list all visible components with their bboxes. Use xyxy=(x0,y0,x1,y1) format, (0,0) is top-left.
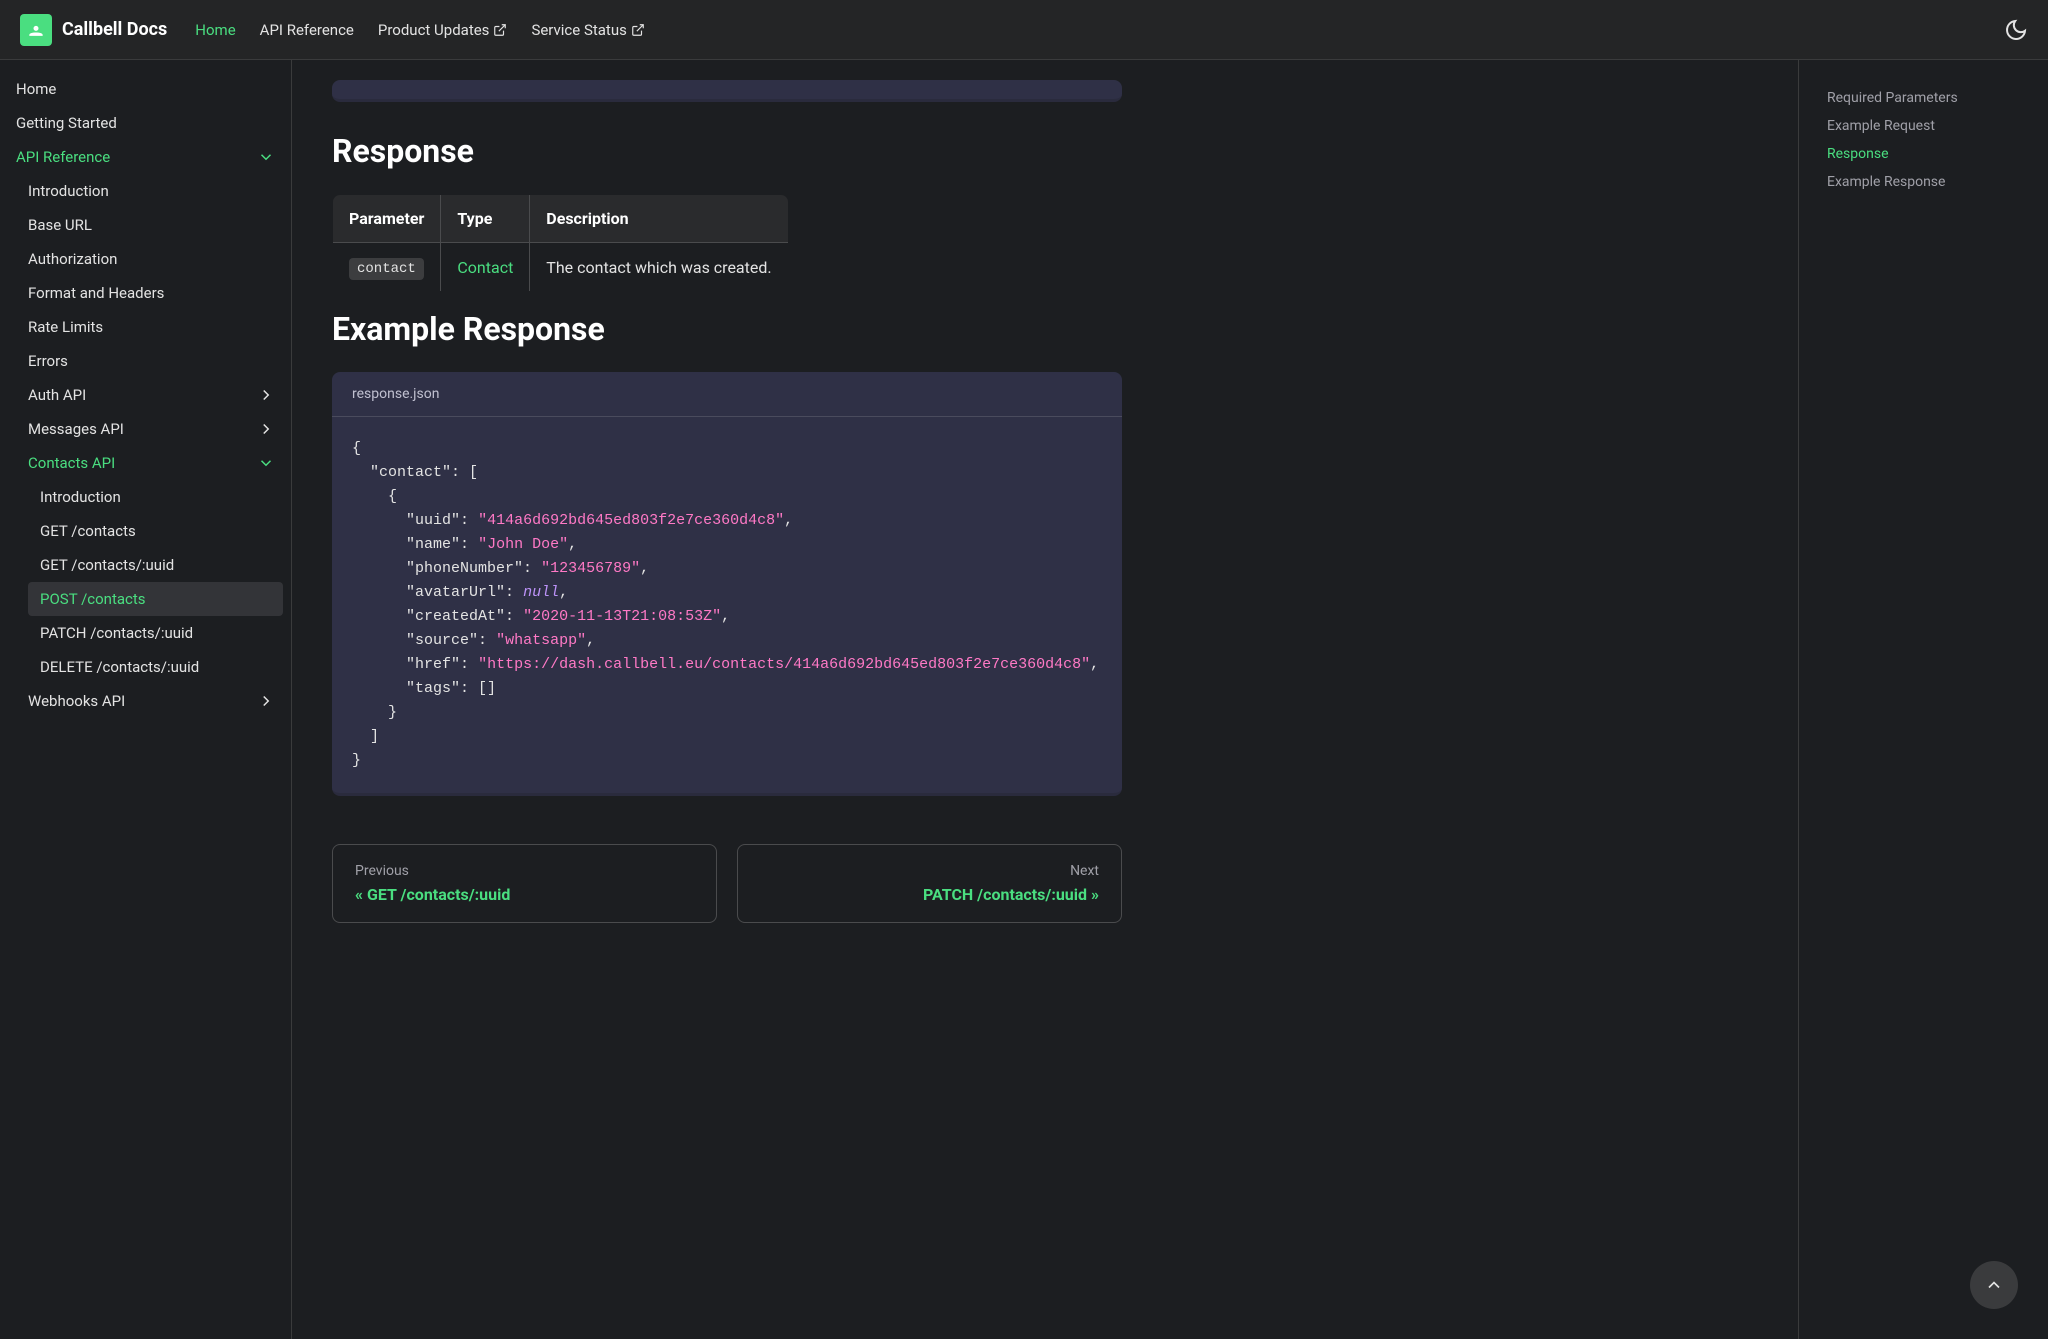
nav-label: Product Updates xyxy=(378,21,490,39)
main-content: Response Parameter Type Description cont… xyxy=(292,60,1798,1339)
table-cell-description: The contact which was created. xyxy=(530,243,788,292)
sidebar-item-base-url[interactable]: Base URL xyxy=(0,208,291,242)
content-wrapper: Response Parameter Type Description cont… xyxy=(332,80,1122,923)
heading-example-response: Example Response xyxy=(332,310,1122,348)
dark-mode-toggle[interactable] xyxy=(2004,18,2028,42)
chevron-down-icon xyxy=(257,148,275,166)
sidebar-item-contacts-intro[interactable]: Introduction xyxy=(0,480,291,514)
external-link-icon xyxy=(493,23,507,37)
sidebar-item-introduction[interactable]: Introduction xyxy=(0,174,291,208)
nav-api-reference[interactable]: API Reference xyxy=(260,21,354,39)
inline-code: contact xyxy=(349,258,424,280)
pagination-previous-label: Previous xyxy=(355,863,694,879)
pagination-previous[interactable]: Previous « GET /contacts/:uuid xyxy=(332,844,717,923)
logo-icon xyxy=(20,14,52,46)
sidebar-item-label: Messages API xyxy=(28,420,124,438)
table-header-description: Description xyxy=(530,195,788,243)
parameters-table: Parameter Type Description contact Conta… xyxy=(332,194,789,292)
sidebar-item-delete-contacts[interactable]: DELETE /contacts/:uuid xyxy=(0,650,291,684)
codeblock-title: response.json xyxy=(332,372,1122,417)
nav-home[interactable]: Home xyxy=(195,21,235,39)
chevron-up-icon xyxy=(1984,1275,2004,1295)
pagination-next[interactable]: Next PATCH /contacts/:uuid » xyxy=(737,844,1122,923)
sidebar-item-label: Contacts API xyxy=(28,454,115,472)
nav-label: Service Status xyxy=(531,21,626,39)
code-content: { "contact": [ { "uuid": "414a6d692bd645… xyxy=(332,417,1122,793)
sidebar-item-get-contact-uuid[interactable]: GET /contacts/:uuid xyxy=(0,548,291,582)
table-header-type: Type xyxy=(441,195,530,243)
pagination-next-label: Next xyxy=(760,863,1099,879)
toc-required-parameters[interactable]: Required Parameters xyxy=(1815,84,2032,112)
scroll-to-top-button[interactable] xyxy=(1970,1261,2018,1309)
pagination-previous-title: « GET /contacts/:uuid xyxy=(355,885,694,904)
chevron-right-icon xyxy=(257,386,275,404)
sidebar-item-label: API Reference xyxy=(16,148,110,166)
sidebar-item-label: Webhooks API xyxy=(28,692,125,710)
chevron-right-icon xyxy=(257,420,275,438)
heading-response: Response xyxy=(332,132,1122,170)
sidebar-item-format-headers[interactable]: Format and Headers xyxy=(0,276,291,310)
sidebar-item-authorization[interactable]: Authorization xyxy=(0,242,291,276)
toc-example-request[interactable]: Example Request xyxy=(1815,112,2032,140)
chevron-down-icon xyxy=(257,454,275,472)
type-link-contact[interactable]: Contact xyxy=(457,258,513,277)
pagination-next-title: PATCH /contacts/:uuid » xyxy=(760,885,1099,904)
sidebar-item-get-contacts[interactable]: GET /contacts xyxy=(0,514,291,548)
sidebar-item-api-reference[interactable]: API Reference xyxy=(0,140,291,174)
brand-name: Callbell Docs xyxy=(62,19,167,40)
table-cell-type: Contact xyxy=(441,243,530,292)
sidebar-item-patch-contacts[interactable]: PATCH /contacts/:uuid xyxy=(0,616,291,650)
sidebar-item-label: Auth API xyxy=(28,386,86,404)
sidebar-item-errors[interactable]: Errors xyxy=(0,344,291,378)
header: Callbell Docs Home API Reference Product… xyxy=(0,0,2048,60)
external-link-icon xyxy=(631,23,645,37)
nav-links: Home API Reference Product Updates Servi… xyxy=(195,21,645,39)
sidebar-item-messages-api[interactable]: Messages API xyxy=(0,412,291,446)
toc-example-response[interactable]: Example Response xyxy=(1815,168,2032,196)
sidebar-item-webhooks-api[interactable]: Webhooks API xyxy=(0,684,291,718)
brand-logo-wrap[interactable]: Callbell Docs xyxy=(20,14,167,46)
table-of-contents: Required Parameters Example Request Resp… xyxy=(1798,60,2048,1339)
sidebar: Home Getting Started API Reference Intro… xyxy=(0,60,292,1339)
nav-service-status[interactable]: Service Status xyxy=(531,21,644,39)
sidebar-item-rate-limits[interactable]: Rate Limits xyxy=(0,310,291,344)
pagination-nav: Previous « GET /contacts/:uuid Next PATC… xyxy=(332,844,1122,923)
nav-product-updates[interactable]: Product Updates xyxy=(378,21,508,39)
chevron-right-icon xyxy=(257,692,275,710)
sidebar-item-contacts-api[interactable]: Contacts API xyxy=(0,446,291,480)
toc-response[interactable]: Response xyxy=(1815,140,2032,168)
codeblock-stub xyxy=(332,80,1122,102)
sidebar-item-post-contacts[interactable]: POST /contacts xyxy=(28,582,283,616)
codeblock-response: response.json { "contact": [ { "uuid": "… xyxy=(332,372,1122,796)
table-row: contact Contact The contact which was cr… xyxy=(333,243,789,292)
moon-icon xyxy=(2004,18,2028,42)
sidebar-item-auth-api[interactable]: Auth API xyxy=(0,378,291,412)
sidebar-item-home[interactable]: Home xyxy=(0,72,291,106)
sidebar-item-getting-started[interactable]: Getting Started xyxy=(0,106,291,140)
layout: Home Getting Started API Reference Intro… xyxy=(0,60,2048,1339)
header-left: Callbell Docs Home API Reference Product… xyxy=(20,14,645,46)
table-cell-parameter: contact xyxy=(333,243,441,292)
table-header-parameter: Parameter xyxy=(333,195,441,243)
